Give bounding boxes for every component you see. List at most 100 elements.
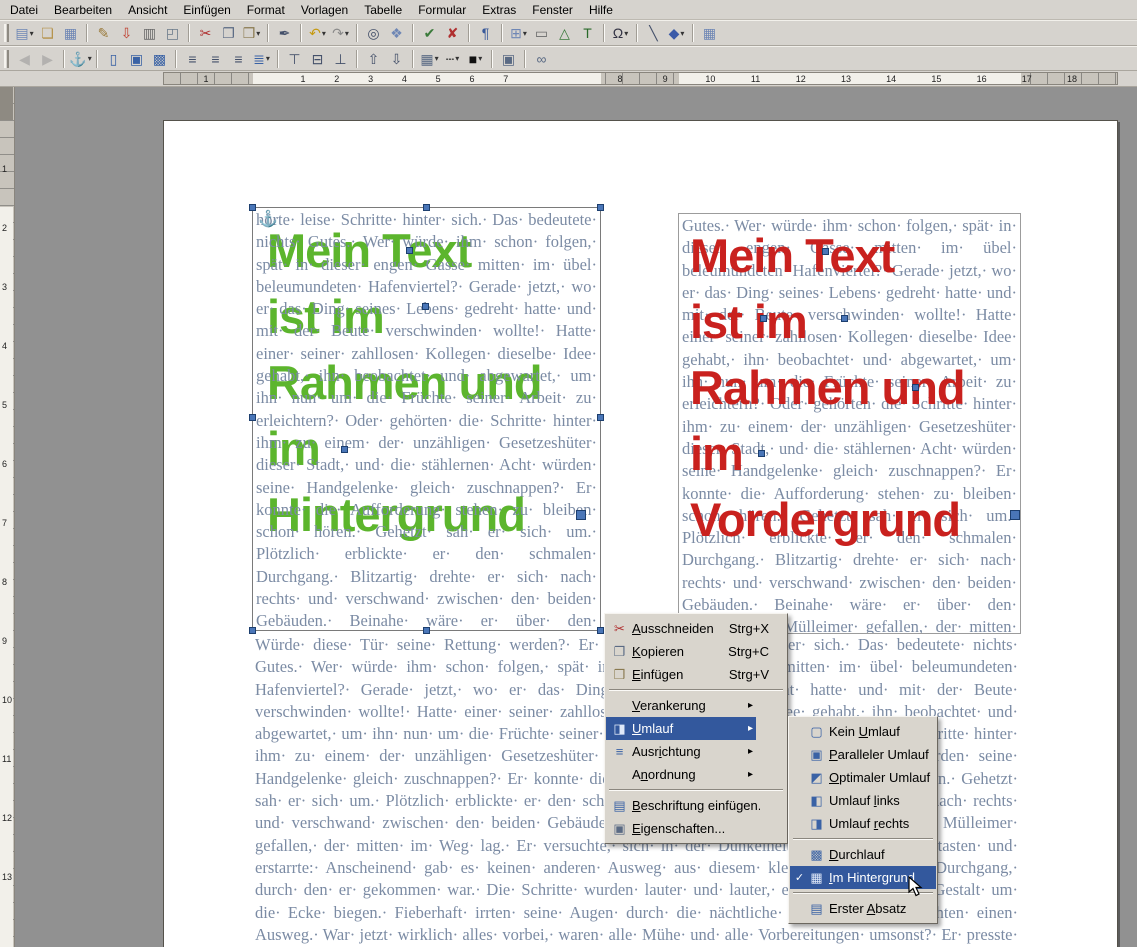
special-character-icon[interactable]: Ω (609, 22, 632, 44)
selection-handle[interactable] (912, 384, 919, 391)
anchor-icon[interactable]: ⚓ (258, 209, 278, 229)
context-menu-item[interactable]: ▤ Beschriftung einfügen... (606, 794, 786, 817)
menubar-item[interactable]: Fenster (524, 1, 581, 19)
background-color-icon[interactable]: ■ (464, 48, 487, 70)
draw-functions-icon[interactable]: △ (553, 22, 576, 44)
selection-handle[interactable] (249, 414, 256, 421)
print-icon[interactable]: ▥ (138, 22, 161, 44)
toolbar-handle[interactable] (4, 50, 9, 68)
line-style-icon[interactable]: ┄ (441, 48, 464, 70)
context-menu-item[interactable]: ❐ Kopieren Strg+C (606, 640, 786, 663)
submenu-item[interactable]: ▣ Paralleler Umlauf (790, 743, 936, 766)
selection-handle[interactable] (249, 627, 256, 634)
align-right-icon[interactable]: ≡ (227, 48, 250, 70)
context-menu-item[interactable]: ❒ Einfügen Strg+V (606, 663, 786, 686)
frame-left-body-text[interactable]: hörte· leise· Schritte· hinter· sich.· D… (253, 208, 600, 630)
wrap-through-icon[interactable]: ▩ (148, 48, 171, 70)
selection-handle[interactable] (758, 450, 765, 457)
text-frame-foreground[interactable]: Gutes.· Wer· würde· ihm· schon· folgen,·… (678, 213, 1021, 634)
selection-handle[interactable] (597, 204, 604, 211)
format-paintbrush-icon[interactable]: ✒ (273, 22, 296, 44)
context-menu-item[interactable]: ≡ Ausrichtung (606, 740, 756, 763)
context-menu-item[interactable]: ◨ Umlauf (606, 717, 756, 740)
save-document-icon[interactable]: ▦ (59, 22, 82, 44)
cut-icon[interactable]: ✂ (194, 22, 217, 44)
submenu-item[interactable]: ◩ Optimaler Umlauf (790, 766, 936, 789)
menubar-item[interactable]: Einfügen (175, 1, 238, 19)
align-center-icon[interactable]: ≡ (204, 48, 227, 70)
wrap-off-icon[interactable]: ▯ (102, 48, 125, 70)
horizontal-ruler-band[interactable]: 1123456789101112131415161718 (163, 72, 1118, 85)
menubar-item[interactable]: Extras (474, 1, 524, 19)
frame-right-big-text[interactable]: Mein Text ist im Rahmen und im Vordergru… (690, 223, 965, 553)
menubar-item[interactable]: Ansicht (120, 1, 175, 19)
context-menu-item[interactable]: Verankerung (606, 694, 756, 717)
bring-to-front-icon[interactable]: ⇧ (362, 48, 385, 70)
link-frames-icon[interactable]: ∞ (530, 48, 553, 70)
align-top-icon[interactable]: ⊤ (283, 48, 306, 70)
selection-handle[interactable] (423, 627, 430, 634)
align-middle-icon[interactable]: ⊟ (306, 48, 329, 70)
redo-icon[interactable]: ↷ (329, 22, 352, 44)
undo-icon[interactable]: ↶ (306, 22, 329, 44)
auto-spellcheck-icon[interactable]: ✘ (441, 22, 464, 44)
grid-icon[interactable]: ▦ (698, 22, 721, 44)
frame-properties-icon[interactable]: ▣ (497, 48, 520, 70)
toolbar-handle[interactable] (4, 24, 9, 42)
wrap-on-icon[interactable]: ▣ (125, 48, 148, 70)
selection-handle[interactable] (822, 248, 829, 255)
submenu-item[interactable]: ◧ Umlauf links (790, 789, 936, 812)
submenu-item[interactable]: ▩ Durchlauf (790, 843, 936, 866)
vertical-ruler[interactable]: 12345678910111213 (0, 87, 15, 947)
formatting-marks-icon[interactable]: ¶ (474, 22, 497, 44)
text-frame-background[interactable]: Mein Text ist im Rahmen und im Hintergru… (252, 207, 601, 631)
insert-text-frame-icon[interactable]: T (576, 22, 599, 44)
selection-handle[interactable] (341, 446, 348, 453)
menubar-item[interactable]: Hilfe (581, 1, 621, 19)
submenu-item[interactable]: ▢ Kein Umlauf (790, 720, 936, 743)
selection-handle[interactable] (760, 315, 767, 322)
export-pdf-icon[interactable]: ⇩ (115, 22, 138, 44)
selection-handle[interactable] (576, 510, 586, 520)
selection-handle[interactable] (249, 204, 256, 211)
context-menu-item[interactable]: Anordnung (606, 763, 756, 786)
align-bottom-icon[interactable]: ⊥ (329, 48, 352, 70)
page-preview-icon[interactable]: ◰ (161, 22, 184, 44)
menubar-item[interactable]: Format (239, 1, 293, 19)
submenu-item[interactable]: ▤ Erster Absatz (790, 897, 936, 920)
submenu-item[interactable]: ◨ Umlauf rechts (790, 812, 936, 835)
menubar-item[interactable]: Datei (2, 1, 46, 19)
selection-handle[interactable] (1010, 510, 1020, 520)
selection-handle[interactable] (597, 414, 604, 421)
menubar-item[interactable]: Tabelle (356, 1, 410, 19)
context-menu-item[interactable]: ▣ Eigenschaften... (606, 817, 786, 840)
open-document-icon[interactable]: ❏ (36, 22, 59, 44)
new-document-icon[interactable]: ▤ (13, 22, 36, 44)
back-icon[interactable]: ◀ (13, 48, 36, 70)
selection-handle[interactable] (423, 204, 430, 211)
align-left-icon[interactable]: ≡ (181, 48, 204, 70)
selection-handle[interactable] (597, 627, 604, 634)
selection-handle[interactable] (406, 247, 413, 254)
paste-icon[interactable]: ❒ (240, 22, 263, 44)
copy-icon[interactable]: ❐ (217, 22, 240, 44)
selection-handle[interactable] (422, 303, 429, 310)
insert-line-icon[interactable]: ╲ (642, 22, 665, 44)
find-replace-icon[interactable]: ◎ (362, 22, 385, 44)
context-menu-item[interactable]: ✂ Ausschneiden Strg+X (606, 617, 786, 640)
menubar-item[interactable]: Bearbeiten (46, 1, 120, 19)
edit-file-icon[interactable]: ✎ (92, 22, 115, 44)
align-justify-icon[interactable]: ≣ (250, 48, 273, 70)
anchor-toolbar-icon[interactable]: ⚓ (69, 48, 92, 70)
horizontal-ruler[interactable]: 1123456789101112131415161718 (0, 71, 1137, 87)
forward-icon[interactable]: ▶ (36, 48, 59, 70)
basic-shapes-icon[interactable]: ◆ (665, 22, 688, 44)
insert-table-icon[interactable]: ⊞ (507, 22, 530, 44)
send-to-back-icon[interactable]: ⇩ (385, 48, 408, 70)
selection-handle[interactable] (841, 315, 848, 322)
spellcheck-icon[interactable]: ✔ (418, 22, 441, 44)
navigator-icon[interactable]: ❖ (385, 22, 408, 44)
borders-icon[interactable]: ▦ (418, 48, 441, 70)
menubar-item[interactable]: Vorlagen (293, 1, 356, 19)
menubar-item[interactable]: Formular (410, 1, 474, 19)
